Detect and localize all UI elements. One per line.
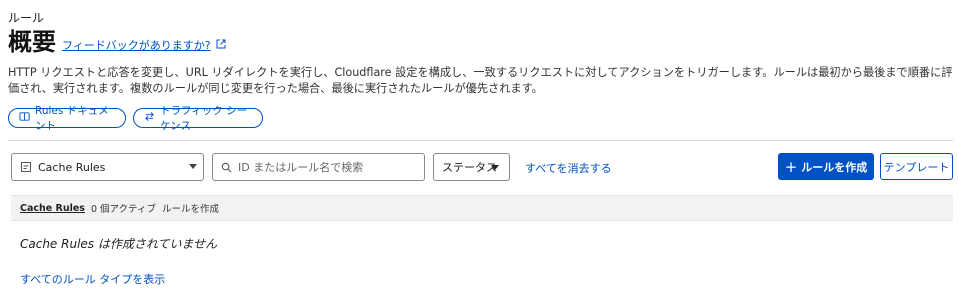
status-filter-label: ステータス xyxy=(442,161,497,174)
book-icon xyxy=(19,111,30,125)
feedback-link[interactable]: フィードバックがありますか? xyxy=(62,37,226,53)
create-rule-label: ルールを作成 xyxy=(801,160,868,174)
templates-button[interactable]: テンプレート xyxy=(880,153,953,180)
search-icon xyxy=(221,158,238,177)
traffic-sequence-label: トラフィック シーケンス xyxy=(160,105,248,132)
traffic-sequence-button[interactable]: トラフィック シーケンス xyxy=(133,105,263,132)
status-filter[interactable]: ステータス xyxy=(433,153,510,181)
create-rule-button[interactable]: + ルールを作成 xyxy=(778,153,874,180)
section-name-link[interactable]: Cache Rules xyxy=(20,203,85,214)
show-all-rule-types-link[interactable]: すべてのルール タイプを表示 xyxy=(20,271,165,287)
table-create-rule-link[interactable]: ルールを作成 xyxy=(162,201,219,215)
empty-state-message: Cache Rules は作成されていません xyxy=(20,237,218,251)
rule-type-selected: Cache Rules xyxy=(38,160,106,174)
external-link-icon xyxy=(216,39,226,52)
page-description: HTTP リクエストと応答を変更し、URL リダイレクトを実行し、Cloudfl… xyxy=(8,66,953,95)
swap-arrows-icon xyxy=(144,111,155,125)
search-input[interactable] xyxy=(238,160,416,174)
search-field[interactable] xyxy=(212,153,425,181)
caret-down-icon xyxy=(189,164,197,169)
breadcrumb: ルール xyxy=(8,11,45,25)
page-title: 概要 xyxy=(8,28,56,56)
plus-icon: + xyxy=(784,157,798,176)
rule-type-select[interactable]: Cache Rules xyxy=(11,153,204,181)
section-divider xyxy=(8,140,953,141)
rules-docs-button[interactable]: Rules ドキュメント xyxy=(8,105,126,132)
feedback-link-label[interactable]: フィードバックがありますか? xyxy=(62,37,211,53)
clear-all-link[interactable]: すべてを消去する xyxy=(525,160,612,176)
rules-table-header: Cache Rules 0 個アクティブ ルールを作成 xyxy=(11,195,953,221)
active-count: 0 個アクティブ xyxy=(90,204,156,215)
caret-down-icon xyxy=(491,165,499,170)
rules-docs-label: Rules ドキュメント xyxy=(35,105,109,132)
rule-type-icon xyxy=(20,161,32,173)
